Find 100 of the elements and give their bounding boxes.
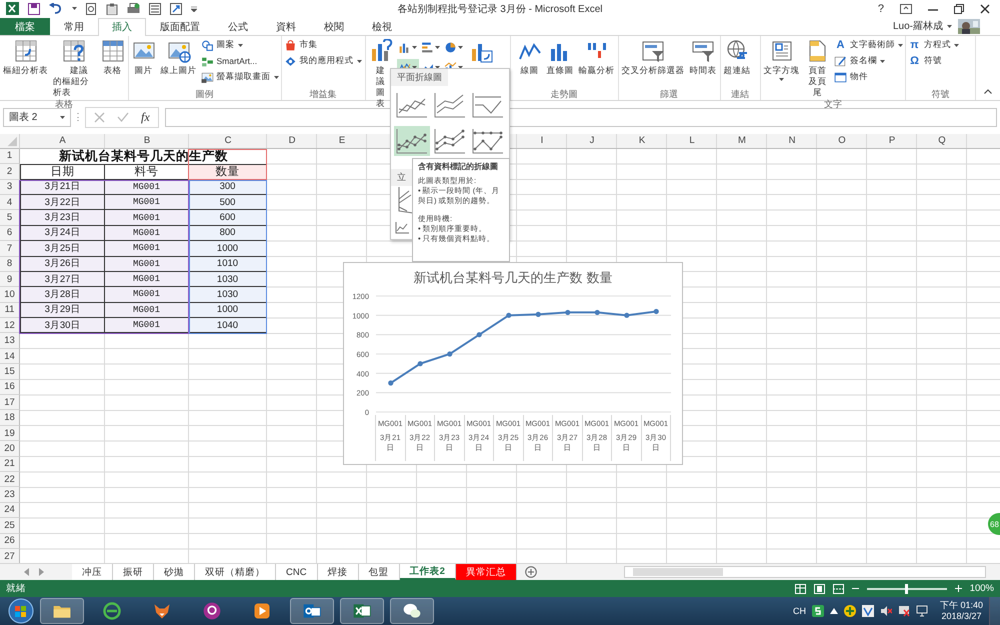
taskbar-button[interactable]: [290, 598, 334, 624]
ribbon-button[interactable]: 樞紐分析表: [2, 38, 49, 76]
ribbon-button[interactable]: 文字方塊: [762, 38, 800, 81]
ribbon-button[interactable]: 時間表: [688, 38, 718, 76]
ribbon-button[interactable]: 直條圖: [546, 38, 574, 76]
row-header[interactable]: 7: [0, 241, 20, 257]
column-header[interactable]: J: [567, 134, 617, 149]
input-method-icon[interactable]: [812, 605, 824, 617]
chart-thumbnail[interactable]: [470, 90, 506, 120]
row-header[interactable]: 21: [0, 456, 20, 472]
row-header[interactable]: 22: [0, 472, 20, 488]
ribbon-button[interactable]: 建議的樞紐分析表: [52, 38, 96, 98]
start-button-icon[interactable]: [8, 598, 34, 624]
ribbon-button[interactable]: 線圖: [516, 38, 542, 76]
ribbon-button[interactable]: 超連結: [722, 38, 752, 76]
column-header[interactable]: Q: [917, 134, 967, 149]
column-header[interactable]: B: [105, 134, 189, 149]
row-header[interactable]: 17: [0, 395, 20, 410]
restore-icon[interactable]: [954, 4, 964, 14]
row-header[interactable]: 1: [0, 148, 20, 164]
sheet-tab[interactable]: 異常汇总: [456, 564, 517, 580]
row-header[interactable]: 5: [0, 210, 20, 226]
column-header[interactable]: N: [767, 134, 817, 149]
column-header[interactable]: E: [317, 134, 367, 149]
row-header[interactable]: 13: [0, 333, 20, 349]
ribbon-button[interactable]: 物件: [834, 70, 903, 84]
ribbon-button[interactable]: Ω 符號: [908, 54, 959, 68]
chart-thumbnail[interactable]: [394, 90, 430, 120]
ribbon-button[interactable]: 我的應用程式: [284, 54, 362, 68]
sheet-tab[interactable]: 焊接: [318, 564, 359, 580]
clock-time[interactable]: 下午 01:40: [940, 600, 983, 611]
close-icon[interactable]: [980, 4, 990, 14]
chart-thumbnail[interactable]: [394, 126, 430, 156]
ribbon-tab[interactable]: 校閱: [310, 18, 358, 35]
sheet-tab[interactable]: 砂拋: [154, 564, 195, 580]
row-header[interactable]: 19: [0, 426, 20, 442]
collapse-ribbon-icon[interactable]: [984, 88, 992, 94]
add-sheet-icon[interactable]: [524, 566, 537, 578]
sheet-tab[interactable]: 工作表2: [400, 564, 456, 580]
column-header[interactable]: A: [20, 134, 105, 149]
column-header[interactable]: M: [717, 134, 767, 149]
column-header[interactable]: L: [667, 134, 717, 149]
row-header[interactable]: 25: [0, 518, 20, 534]
show-hidden-icons-icon[interactable]: [830, 608, 838, 614]
ribbon-button[interactable]: 建議圖表: [368, 38, 394, 109]
column-header[interactable]: O: [817, 134, 867, 149]
user-name[interactable]: Luo-羅林成: [892, 19, 943, 34]
sort-icon[interactable]: [170, 2, 182, 15]
ribbon-tab[interactable]: 檢視: [358, 18, 406, 35]
ribbon-button[interactable]: SmartArt...: [200, 54, 278, 68]
normal-view-icon[interactable]: [794, 584, 806, 594]
ribbon-button[interactable]: 圖案: [200, 38, 278, 52]
column-header[interactable]: P: [867, 134, 917, 149]
row-header[interactable]: 2: [0, 164, 20, 180]
ribbon-tab[interactable]: 常用: [50, 18, 98, 35]
scroll-left-icon[interactable]: [24, 568, 30, 576]
name-box[interactable]: 圖表 2: [3, 108, 71, 127]
zoom-in-icon[interactable]: [954, 585, 962, 592]
row-header[interactable]: 26: [0, 534, 20, 549]
form-icon[interactable]: [149, 2, 161, 15]
language-indicator[interactable]: CH: [792, 606, 806, 616]
column-header[interactable]: I: [517, 134, 567, 149]
zoom-level[interactable]: 100%: [970, 583, 994, 594]
more-charts-icon[interactable]: [395, 222, 409, 234]
print-preview-icon[interactable]: [86, 2, 97, 15]
row-header[interactable]: 10: [0, 287, 20, 303]
row-header[interactable]: 14: [0, 348, 20, 364]
sheet-tab[interactable]: 包盟: [358, 564, 400, 580]
clock-date[interactable]: 2018/3/27: [941, 611, 982, 622]
ribbon-button[interactable]: π 方程式: [908, 38, 959, 52]
ribbon-button[interactable]: 表格: [100, 38, 126, 76]
column-header[interactable]: C: [189, 134, 267, 149]
speaker-icon[interactable]: [880, 605, 892, 617]
sheet-tab[interactable]: 振研: [113, 564, 154, 580]
row-header[interactable]: 18: [0, 410, 20, 426]
ribbon-button[interactable]: A 文字藝術師: [834, 38, 903, 52]
page-layout-icon[interactable]: [814, 584, 825, 594]
undo-icon[interactable]: [49, 3, 63, 14]
ribbon-tab[interactable]: 公式: [214, 18, 262, 35]
column-header[interactable]: K: [617, 134, 667, 149]
ribbon-button[interactable]: 輸贏分析: [578, 38, 616, 76]
file-tab[interactable]: 檔案: [0, 18, 50, 35]
monitor-icon[interactable]: [916, 605, 928, 617]
ribbon-button[interactable]: 市集: [284, 38, 362, 52]
sheet-tab[interactable]: CNC: [276, 564, 318, 580]
insert-function-button[interactable]: fx: [141, 110, 150, 125]
ribbon-button[interactable]: 螢幕擷取畫面: [200, 70, 278, 84]
clipboard-icon[interactable]: [106, 2, 118, 15]
ribbon-button[interactable]: 圖片: [130, 38, 156, 76]
page-break-icon[interactable]: [832, 584, 844, 594]
row-header[interactable]: 27: [0, 548, 20, 564]
chart-thumbnail[interactable]: [470, 126, 506, 156]
check-icon[interactable]: [117, 112, 129, 122]
ribbon-tab[interactable]: 版面配置: [146, 18, 214, 35]
row-header[interactable]: 20: [0, 441, 20, 457]
ribbon-button[interactable]: 頁首及頁尾: [804, 38, 831, 98]
customize-caret-icon[interactable]: [191, 6, 197, 12]
network-icon[interactable]: [898, 605, 910, 617]
ribbon-tab[interactable]: 資料: [262, 18, 310, 35]
ribbon-display-icon[interactable]: [900, 4, 912, 14]
